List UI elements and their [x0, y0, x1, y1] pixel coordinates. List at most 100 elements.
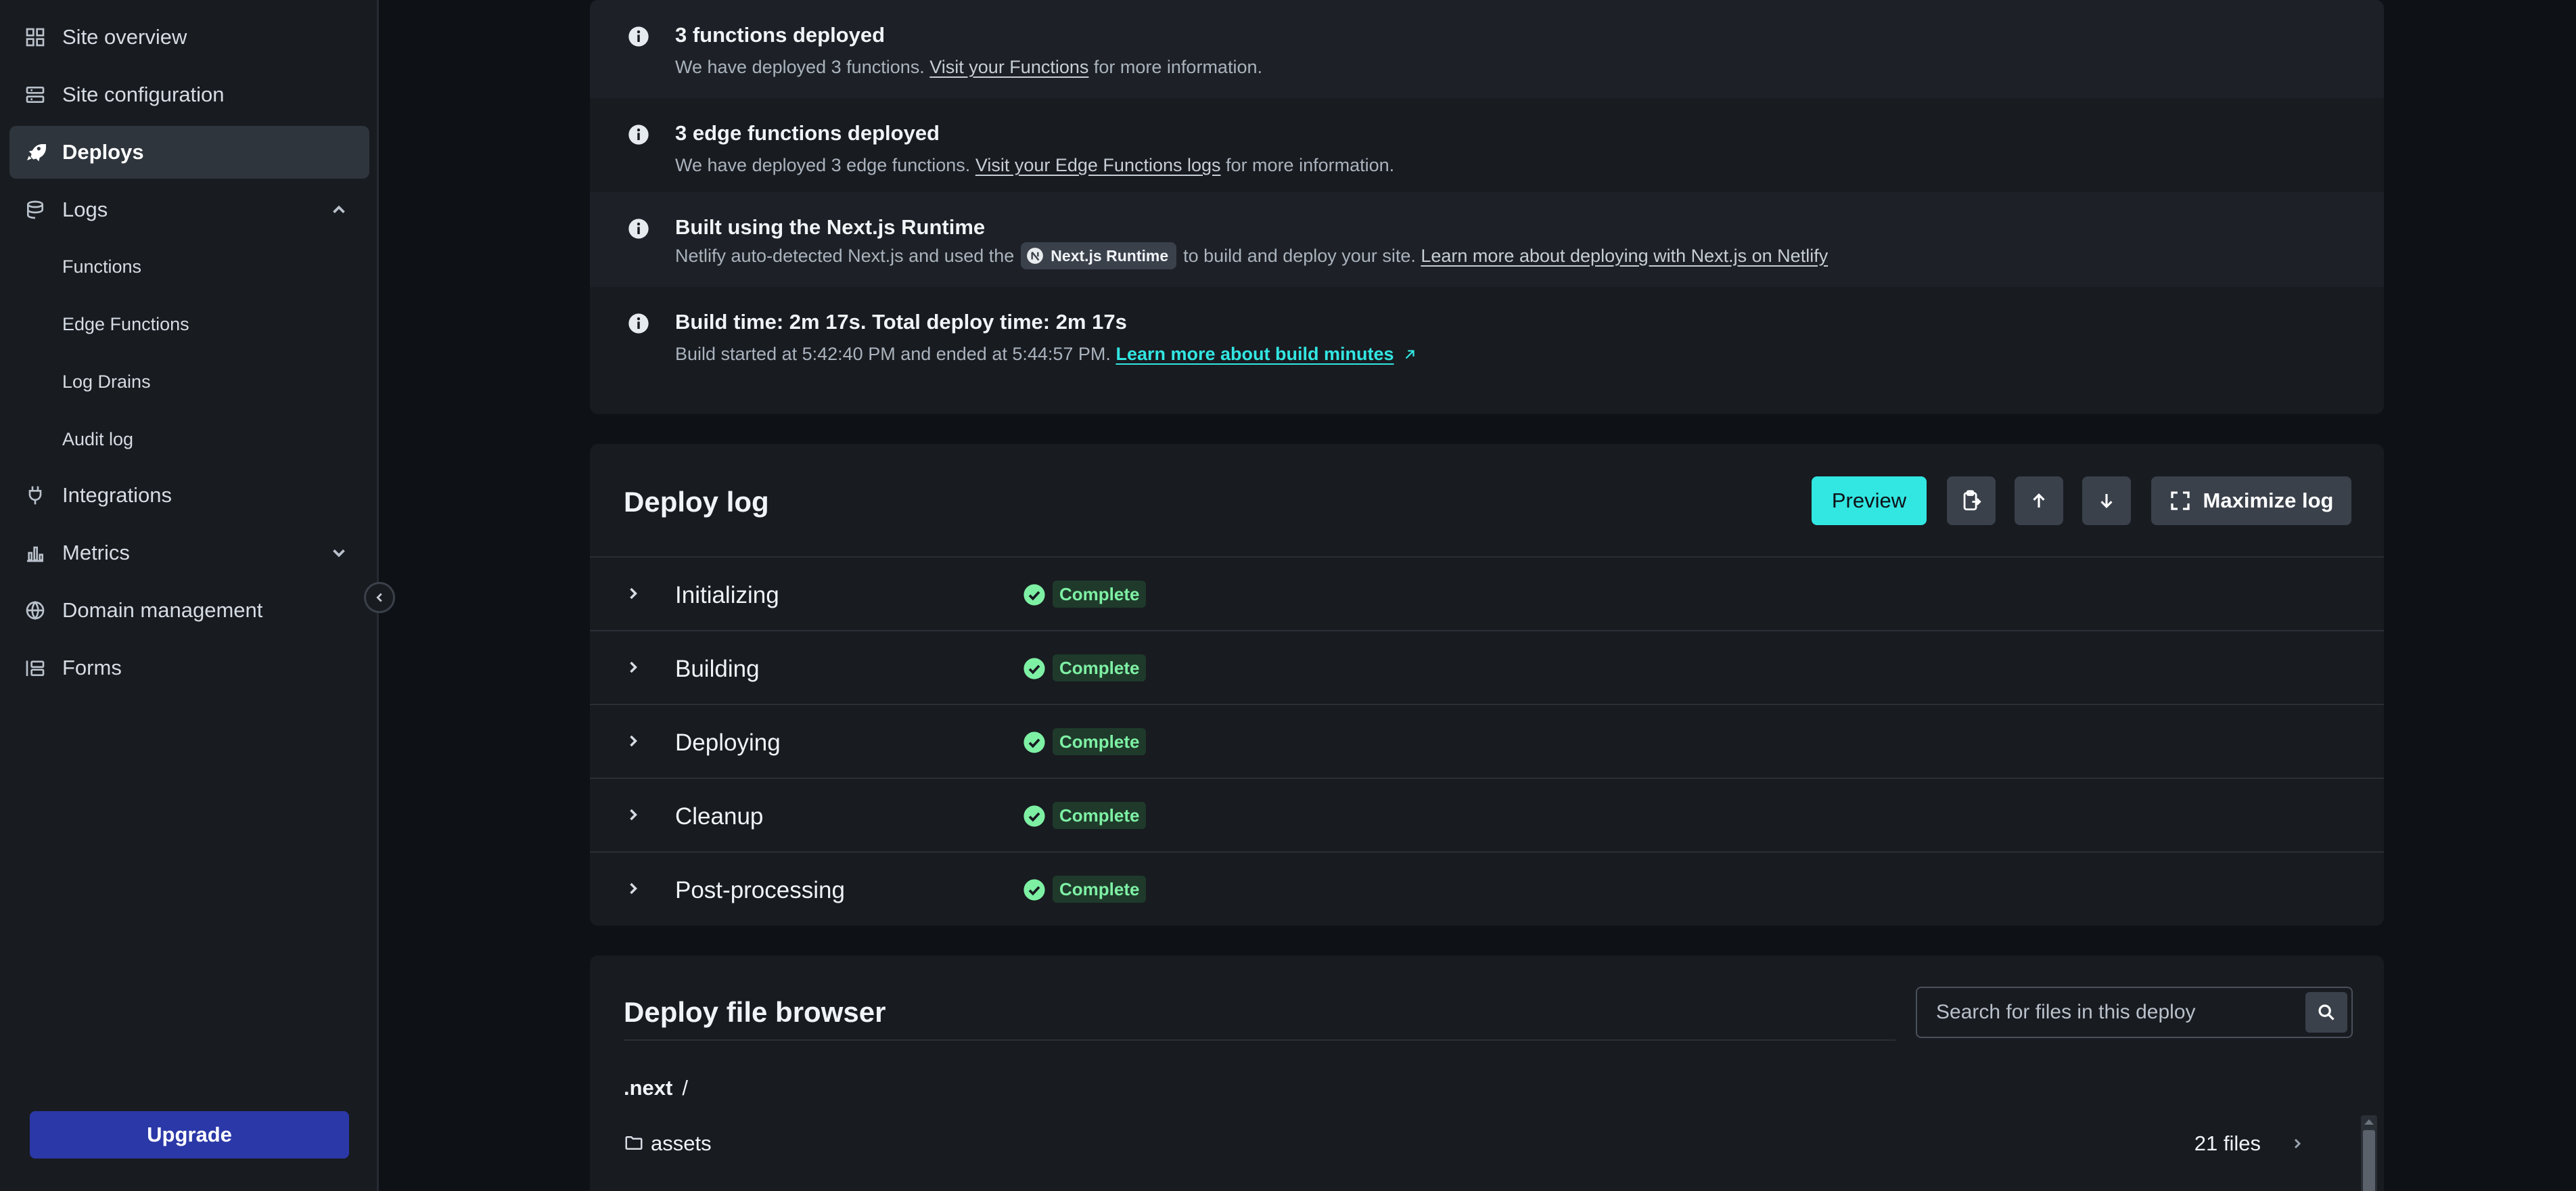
summary-text: Netlify auto-detected Next.js and used t… [675, 245, 1015, 266]
copy-log-button[interactable] [1947, 476, 1996, 525]
sidebar-item-label: Metrics [62, 541, 130, 564]
sidebar-subitem-log-drains[interactable]: Log Drains [9, 357, 369, 406]
check-circle-icon [1024, 879, 1045, 901]
summary-text: We have deployed 3 edge functions. [675, 155, 971, 175]
sidebar-item-deploys[interactable]: Deploys [9, 126, 369, 179]
upgrade-button[interactable]: Upgrade [30, 1111, 349, 1159]
status-badge: Complete [1053, 728, 1147, 755]
sidebar-item-label: Deploys [62, 140, 144, 164]
chevron-right-icon [2294, 1138, 2301, 1149]
file-search-box [1916, 987, 2353, 1038]
chevron-down-icon[interactable] [329, 543, 349, 563]
summary-item-build-time: Build time: 2m 17s. Total deploy time: 2… [590, 287, 2384, 414]
sidebar-subitem-audit-log[interactable]: Audit log [9, 415, 369, 464]
file-count: 21 files [2194, 1131, 2261, 1155]
log-step-row[interactable]: Deploying Complete [590, 704, 2384, 778]
search-button[interactable] [2305, 992, 2347, 1033]
sidebar-item-integrations[interactable]: Integrations [9, 469, 369, 522]
summary-description: We have deployed 3 edge functions. Visit… [675, 155, 1394, 176]
chevron-right-icon [630, 735, 637, 747]
sidebar-item-label: Site overview [62, 25, 187, 49]
summary-text: for more information. [1093, 57, 1262, 77]
status-badge: Complete [1053, 876, 1147, 903]
sidebar-item-domain-management[interactable]: Domain management [9, 584, 369, 637]
learn-build-minutes-link[interactable]: Learn more about build minutes [1116, 344, 1394, 365]
sidebar-item-forms[interactable]: Forms [9, 642, 369, 694]
log-step-row[interactable]: Cleanup Complete [590, 778, 2384, 851]
sidebar-item-logs[interactable]: Logs [9, 183, 369, 236]
log-step-row[interactable]: Building Complete [590, 630, 2384, 704]
preview-button[interactable]: Preview [1812, 476, 1927, 525]
scroll-up-arrow[interactable] [2364, 1119, 2374, 1125]
breadcrumb-segment[interactable]: .next [624, 1076, 672, 1100]
sidebar-subitem-label: Edge Functions [62, 313, 189, 334]
arrow-down-icon [2100, 494, 2113, 508]
sliders-icon [26, 87, 45, 103]
maximize-icon [2170, 491, 2190, 510]
file-list-scrollbar[interactable] [2361, 1115, 2377, 1191]
summary-item-nextjs-runtime: Built using the Next.js Runtime Netlify … [590, 192, 2384, 287]
summary-description: Netlify auto-detected Next.js and used t… [675, 242, 1828, 269]
log-step-name: Cleanup [675, 803, 764, 830]
summary-title: Built using the Next.js Runtime [675, 215, 986, 239]
sidebar-subitem-edge-functions[interactable]: Edge Functions [9, 300, 369, 349]
file-browser-title: Deploy file browser [624, 996, 886, 1028]
learn-nextjs-netlify-link[interactable]: Learn more about deploying with Next.js … [1421, 246, 1828, 267]
log-step-row[interactable]: Post-processing Complete [590, 851, 2384, 925]
log-step-name: Initializing [675, 582, 779, 608]
scroll-to-top-button[interactable] [2015, 476, 2063, 525]
chevron-up-icon[interactable] [329, 200, 349, 220]
maximize-log-button[interactable]: Maximize log [2151, 476, 2351, 525]
sidebar: Site overview Site configuration Deploys… [0, 0, 379, 1191]
sidebar-collapse-button[interactable] [364, 582, 395, 613]
maximize-log-label: Maximize log [2203, 489, 2334, 512]
scroll-to-bottom-button[interactable] [2082, 476, 2131, 525]
sidebar-item-site-overview[interactable]: Site overview [9, 11, 369, 64]
log-step-name: Building [675, 656, 760, 682]
search-icon [2318, 1004, 2334, 1020]
info-icon [628, 313, 649, 334]
file-list-item[interactable]: assets 21 files [624, 1129, 2315, 1163]
external-link-icon [1405, 349, 1414, 359]
summary-text: to build and deploy your site. [1183, 245, 1416, 266]
arrow-up-icon [2033, 493, 2045, 508]
sidebar-item-label: Logs [62, 198, 108, 221]
form-icon [26, 660, 45, 676]
visit-functions-link[interactable]: Visit your Functions [929, 57, 1088, 78]
deploy-log-title: Deploy log [624, 486, 769, 518]
log-step-name: Post-processing [675, 877, 845, 903]
visit-edge-functions-logs-link[interactable]: Visit your Edge Functions logs [975, 155, 1221, 176]
check-circle-icon [1024, 658, 1045, 679]
plug-icon [28, 486, 42, 505]
chevron-left-icon [376, 593, 382, 602]
scrollbar-thumb[interactable] [2363, 1130, 2375, 1191]
check-circle-icon [1024, 584, 1045, 606]
deploy-log-card: Deploy log Preview Maximize log Initiali… [590, 444, 2384, 926]
summary-item-functions: 3 functions deployed We have deployed 3 … [590, 0, 2384, 98]
file-search-input[interactable] [1936, 997, 2301, 1027]
nextjs-runtime-badge: Next.js Runtime [1021, 242, 1177, 269]
info-icon [628, 219, 649, 239]
log-step-row[interactable]: Initializing Complete [590, 556, 2384, 630]
status-badge: Complete [1053, 581, 1147, 608]
logs-icon [27, 200, 43, 219]
status-badge: Complete [1053, 802, 1147, 829]
clipboard-copy-icon [1963, 490, 1981, 511]
summary-title: Build time: 2m 17s. Total deploy time: 2… [675, 310, 1127, 334]
deploy-file-browser-card: Deploy file browser .next / assets 21 fil… [590, 956, 2384, 1191]
sidebar-item-site-configuration[interactable]: Site configuration [9, 68, 369, 121]
info-icon [628, 125, 649, 145]
title-divider [624, 1039, 1895, 1041]
folder-name: assets [651, 1131, 712, 1155]
breadcrumb-separator: / [682, 1076, 688, 1100]
sidebar-item-label: Domain management [62, 598, 263, 622]
sidebar-subitem-functions[interactable]: Functions [9, 242, 369, 291]
summary-item-edge-functions: 3 edge functions deployed We have deploy… [590, 98, 2384, 192]
sidebar-item-metrics[interactable]: Metrics [9, 526, 369, 579]
summary-text: for more information. [1226, 155, 1395, 175]
sidebar-item-label: Integrations [62, 483, 172, 507]
summary-text: We have deployed 3 functions. [675, 57, 925, 77]
summary-text: Build started at 5:42:40 PM and ended at… [675, 344, 1111, 364]
sidebar-subitem-label: Audit log [62, 428, 134, 449]
sidebar-item-label: Site configuration [62, 83, 225, 106]
